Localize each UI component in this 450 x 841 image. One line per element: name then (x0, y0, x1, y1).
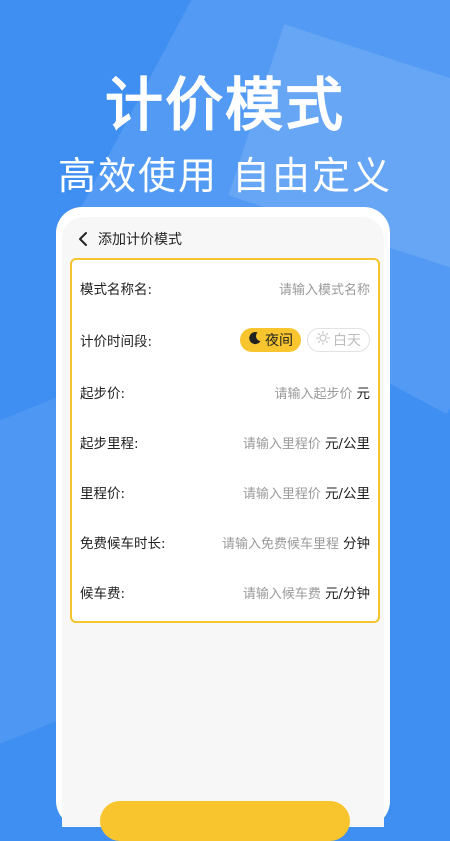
night-option-label: 夜间 (265, 333, 293, 349)
chevron-left-icon[interactable] (70, 226, 96, 252)
distance-price-input[interactable]: 请输入里程价 (243, 483, 321, 502)
start-price-unit: 元 (356, 386, 371, 402)
nav-bar: 添加计价模式 (62, 217, 384, 261)
page-title: 添加计价模式 (98, 232, 182, 248)
form-row-distance-price: 里程价: 请输入里程价 元/公里 (72, 474, 378, 510)
start-distance-input[interactable]: 请输入里程价 (243, 433, 321, 452)
form-row-wait-fee: 候车费: 请输入候车费 元/分钟 (72, 574, 378, 610)
wait-fee-input[interactable]: 请输入候车费 (243, 583, 321, 602)
phone-screen: 添加计价模式 模式名称名: 请输入模式名称 计价时间段: 夜间 白天 起步价: … (62, 217, 384, 841)
free-wait-label: 免费候车时长: (80, 536, 166, 552)
night-option[interactable]: 夜间 (240, 328, 301, 352)
wait-fee-unit: 元/分钟 (324, 586, 370, 602)
free-wait-unit: 分钟 (343, 536, 370, 552)
day-option[interactable]: 白天 (307, 328, 370, 352)
start-distance-label: 起步里程: (80, 436, 139, 452)
moon-icon (248, 331, 262, 349)
wait-fee-label: 候车费: (80, 586, 126, 602)
pricing-form: 模式名称名: 请输入模式名称 计价时间段: 夜间 白天 起步价: 请输入起步价 … (70, 258, 380, 623)
distance-price-label: 里程价: (80, 486, 126, 502)
phone-frame: 添加计价模式 模式名称名: 请输入模式名称 计价时间段: 夜间 白天 起步价: … (56, 207, 390, 841)
form-row-start-distance: 起步里程: 请输入里程价 元/公里 (72, 424, 378, 460)
form-row-time-period: 计价时间段: 夜间 白天 (72, 322, 378, 358)
sun-icon (316, 331, 330, 349)
hero-title: 计价模式 (104, 71, 345, 139)
form-row-free-wait: 免费候车时长: 请输入免费候车里程 分钟 (72, 524, 378, 560)
mode-name-label: 模式名称名: (80, 282, 153, 298)
distance-price-unit: 元/公里 (324, 486, 370, 502)
submit-button[interactable] (100, 801, 350, 841)
time-period-label: 计价时间段: (80, 334, 153, 350)
start-distance-unit: 元/公里 (324, 436, 370, 452)
free-wait-input[interactable]: 请输入免费候车里程 (222, 533, 339, 552)
start-price-label: 起步价: (80, 386, 126, 402)
day-option-label: 白天 (333, 333, 361, 349)
form-row-start-price: 起步价: 请输入起步价 元 (72, 374, 378, 410)
form-row-mode-name: 模式名称名: 请输入模式名称 (72, 270, 378, 306)
start-price-input[interactable]: 请输入起步价 (274, 383, 352, 402)
hero-subtitle: 高效使用 自由定义 (57, 154, 393, 198)
mode-name-input[interactable]: 请输入模式名称 (279, 279, 370, 298)
